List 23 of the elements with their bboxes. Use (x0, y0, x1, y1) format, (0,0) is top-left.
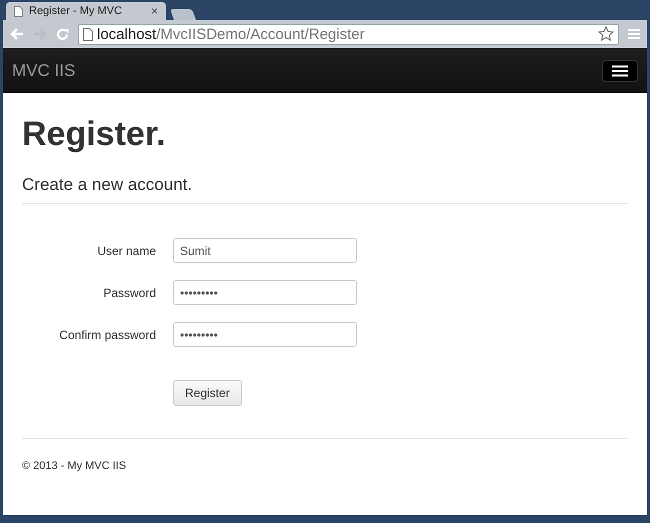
input-field[interactable]: Sumit (173, 238, 357, 263)
reload-icon[interactable] (56, 28, 69, 40)
field-label: User name (96, 244, 156, 258)
menu-button[interactable] (602, 60, 638, 82)
footer-text: © 2013 - My MVC IIS (22, 460, 128, 472)
close-button[interactable]: × (150, 4, 158, 18)
input-field[interactable]: ••••••••• (173, 280, 357, 305)
address-field[interactable]: localhost/MvcIISDemo/Account/Register (78, 24, 619, 44)
brand-link[interactable]: MVC IIS (12, 60, 76, 80)
menu-icon[interactable] (628, 28, 640, 40)
star-icon[interactable] (598, 26, 614, 42)
field-label: Confirm password (58, 328, 156, 342)
register-button[interactable]: Register (173, 380, 242, 406)
new-tab-button[interactable] (170, 9, 196, 20)
page-icon (83, 28, 93, 40)
menu-icon (612, 64, 628, 76)
page-title: Register. (22, 115, 167, 154)
browser-tab[interactable]: Register - My MVC × (6, 2, 166, 20)
page-subtitle: Create a new account. (22, 175, 194, 195)
page-icon (14, 6, 23, 16)
back-icon[interactable] (10, 28, 24, 40)
input-field[interactable]: ••••••••• (173, 322, 357, 347)
field-label: Password (102, 286, 156, 300)
